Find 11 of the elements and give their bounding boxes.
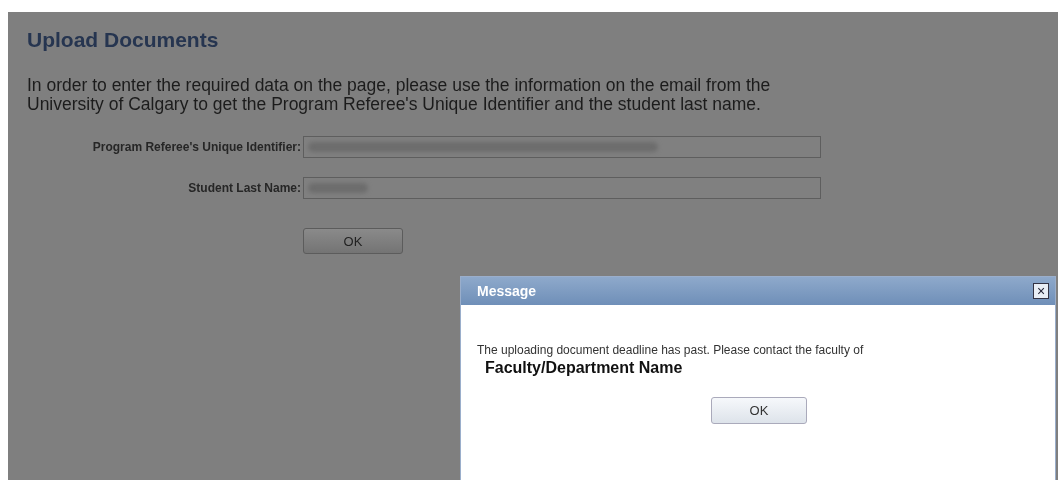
- field-label: Student Last Name:: [187, 181, 302, 195]
- text-field[interactable]: [303, 136, 821, 158]
- close-button[interactable]: ×: [1033, 283, 1049, 299]
- dialog-ok-button[interactable]: OK: [711, 397, 807, 424]
- page-title: Upload Documents: [27, 28, 220, 52]
- dialog-message: The uploading document deadline has past. Please contact the faculty of Faculty/Department Name: [477, 343, 865, 375]
- field-label: Program Referee's Unique Identifier:: [91, 140, 302, 154]
- instructions-text: In order to enter the required data on the page, please use the information on the email from the University of Calgary to get the Program Referee's Unique Identifier and the student last name.: [27, 76, 772, 114]
- text-field[interactable]: [303, 177, 821, 199]
- dialog-title: Message: [477, 283, 537, 299]
- ok-button[interactable]: OK: [303, 228, 403, 254]
